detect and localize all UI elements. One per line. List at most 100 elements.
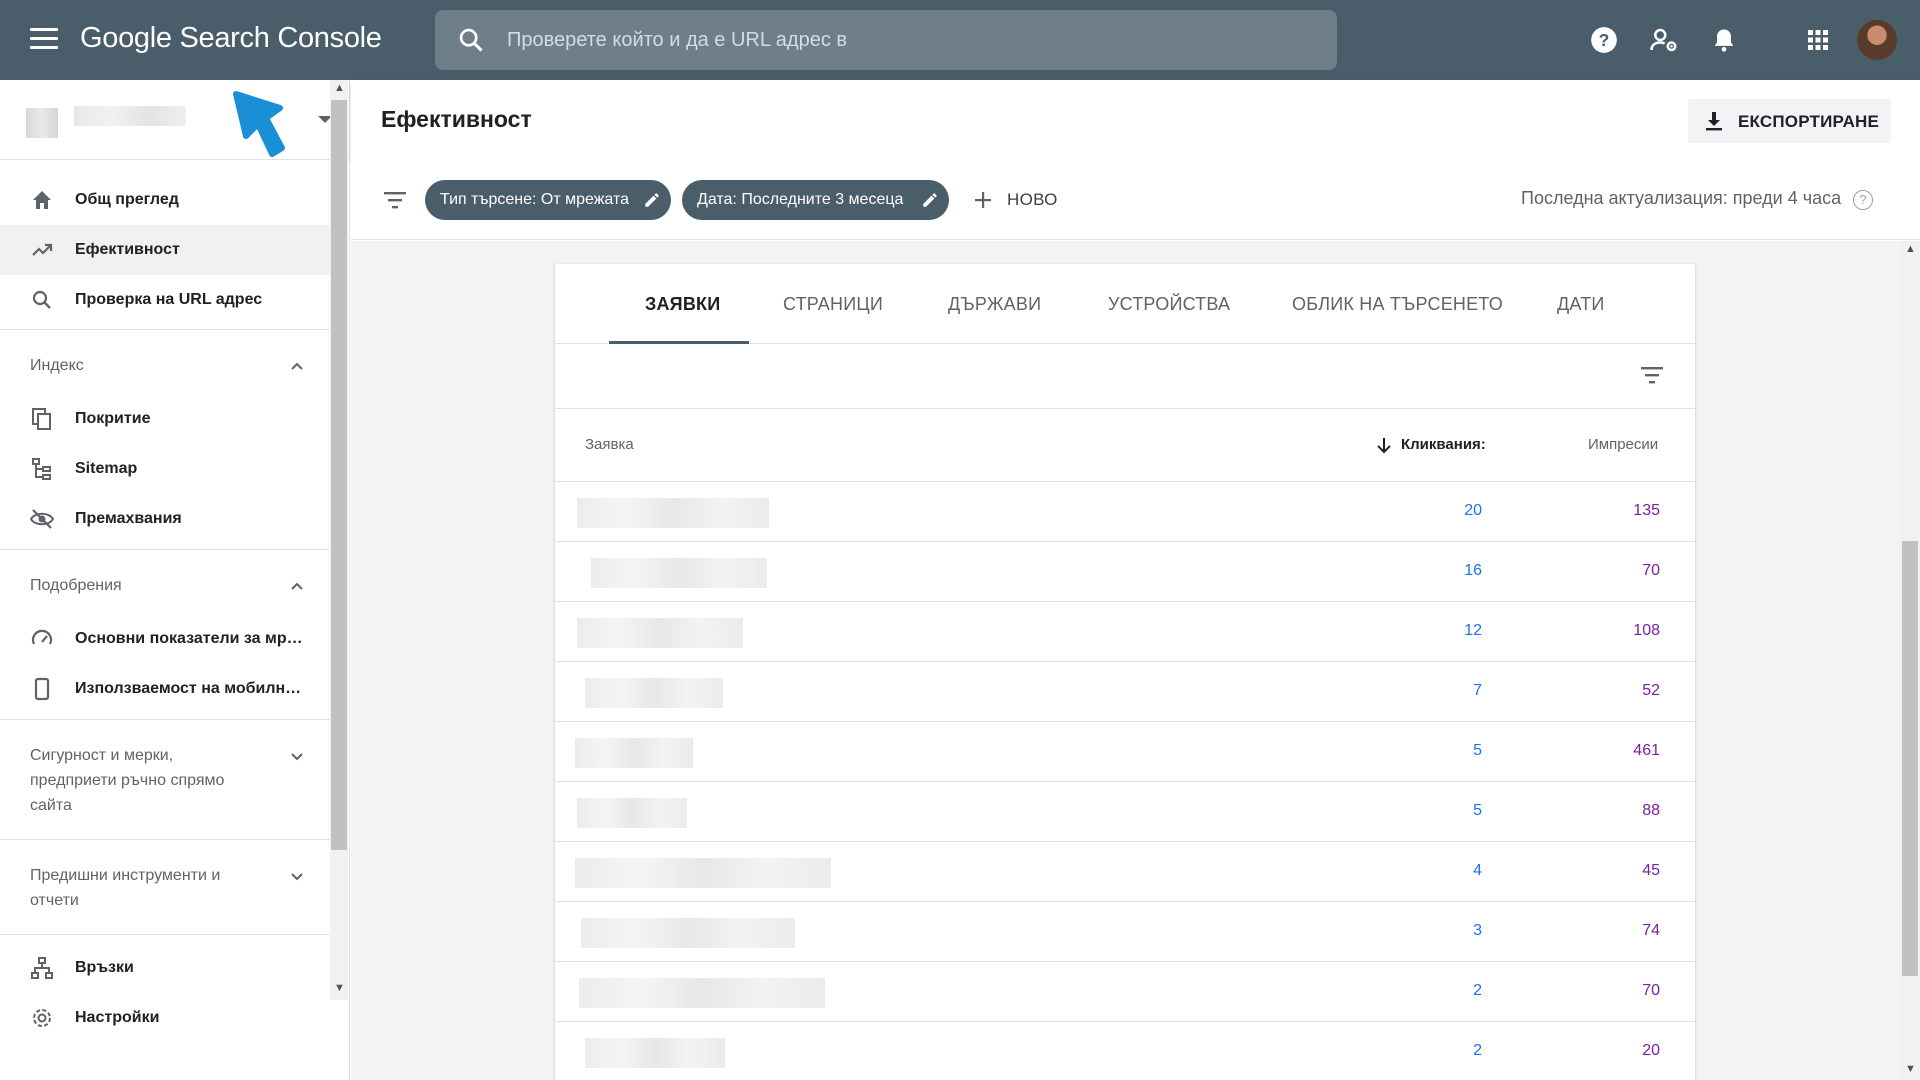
sidebar-item-settings[interactable]: Настройки — [0, 993, 330, 1043]
help-icon[interactable]: ? — [1586, 22, 1622, 58]
sort-desc-icon[interactable] — [1375, 436, 1393, 454]
scroll-down-icon[interactable]: ▼ — [334, 982, 345, 994]
column-header-clicks[interactable]: Кликвания: — [1401, 436, 1486, 453]
sidebar-item-overview[interactable]: Общ преглед — [0, 175, 330, 225]
help-icon[interactable]: ? — [1853, 190, 1873, 210]
date-filter-chip[interactable]: Дата: Последните 3 месеца — [682, 180, 949, 220]
tab-devices[interactable]: УСТРОЙСТВА — [1108, 294, 1230, 315]
impressions-value: 108 — [1633, 622, 1660, 639]
table-row[interactable]: 12 108 — [555, 601, 1695, 661]
divider — [0, 549, 330, 550]
clicks-value: 16 — [1464, 562, 1482, 579]
clicks-value: 12 — [1464, 622, 1482, 639]
edit-icon[interactable] — [921, 191, 939, 209]
tab-pages[interactable]: СТРАНИЦИ — [783, 294, 883, 315]
filter-icon[interactable] — [381, 188, 409, 212]
clicks-value: 5 — [1473, 802, 1482, 819]
table-row[interactable]: 5 461 — [555, 721, 1695, 781]
bell-icon[interactable] — [1706, 22, 1742, 58]
sidebar-item-url-inspection[interactable]: Проверка на URL адрес — [0, 275, 330, 325]
sidebar-item-core-web-vitals[interactable]: Основни показатели за мр… — [0, 614, 330, 664]
table-row[interactable]: 20 135 — [555, 481, 1695, 541]
search-input[interactable] — [507, 24, 1287, 56]
property-selector[interactable] — [0, 80, 349, 160]
section-enhancements-header[interactable]: Подобрения — [30, 573, 310, 598]
column-header-impressions[interactable]: Импресии — [1588, 436, 1658, 453]
sidebar-item-label: Основни показатели за мр… — [75, 630, 303, 647]
sidebar-item-coverage[interactable]: Покритие — [0, 394, 330, 444]
clicks-value: 2 — [1473, 1042, 1482, 1059]
chevron-up-icon[interactable] — [290, 359, 304, 373]
sidebar-item-label: Връзки — [75, 959, 134, 976]
section-legacy-header[interactable]: Предишни инструменти и отчети — [30, 863, 260, 913]
scroll-thumb[interactable] — [1902, 541, 1918, 976]
avatar[interactable] — [1857, 20, 1897, 60]
divider — [555, 408, 1695, 409]
edit-icon[interactable] — [643, 191, 661, 209]
table-row[interactable]: 5 88 — [555, 781, 1695, 841]
search-icon — [459, 28, 483, 52]
app-logo[interactable]: Google Search Console — [80, 22, 382, 55]
filter-icon[interactable] — [1639, 364, 1665, 386]
url-inspection-search[interactable] — [435, 10, 1337, 70]
clicks-value: 3 — [1473, 922, 1482, 939]
table-row[interactable]: 4 45 — [555, 841, 1695, 901]
column-header-query[interactable]: Заявка — [585, 436, 634, 453]
tab-countries[interactable]: ДЪРЖАВИ — [948, 294, 1041, 315]
last-update-text: Последна актуализация: преди 4 часа — [1521, 188, 1842, 208]
table-row[interactable]: 16 70 — [555, 541, 1695, 601]
divider — [0, 934, 330, 935]
query-text-blurred — [577, 498, 769, 528]
speed-icon — [28, 625, 56, 653]
impressions-value: 20 — [1642, 1042, 1660, 1059]
chevron-down-icon[interactable] — [290, 869, 304, 883]
main-scrollbar[interactable]: ▲ ▼ — [1900, 241, 1920, 1080]
sidebar-item-mobile-usability[interactable]: Използваемост на мобилн… — [0, 664, 330, 714]
add-filter-label: НОВО — [1007, 190, 1058, 209]
apps-grid-icon[interactable] — [1800, 22, 1836, 58]
export-button[interactable]: ЕКСПОРТИРАНЕ — [1688, 99, 1891, 143]
impressions-value: 52 — [1642, 682, 1660, 699]
impressions-value: 45 — [1642, 862, 1660, 879]
query-text-blurred — [575, 858, 831, 888]
settings-icon — [28, 1004, 56, 1032]
tab-queries[interactable]: ЗАЯВКИ — [645, 294, 720, 315]
divider — [0, 839, 330, 840]
query-text-blurred — [581, 918, 795, 948]
scroll-up-icon[interactable]: ▲ — [334, 82, 345, 94]
links-icon — [28, 954, 56, 982]
table-row[interactable]: 2 20 — [555, 1021, 1695, 1080]
section-index-header[interactable]: Индекс — [30, 353, 310, 378]
table-row[interactable]: 2 70 — [555, 961, 1695, 1021]
menu-icon[interactable] — [30, 28, 58, 50]
table-row[interactable]: 7 52 — [555, 661, 1695, 721]
impressions-value: 74 — [1642, 922, 1660, 939]
trending-up-icon — [28, 236, 56, 264]
sidebar-item-sitemap[interactable]: Sitemap — [0, 444, 330, 494]
sidebar-item-links[interactable]: Връзки — [0, 943, 330, 993]
chevron-down-icon[interactable] — [290, 749, 304, 763]
search-type-filter-chip[interactable]: Тип търсене: От мрежата — [425, 180, 671, 220]
chip-label: Тип търсене: От мрежата — [440, 191, 629, 208]
impressions-value: 70 — [1642, 982, 1660, 999]
section-security-header[interactable]: Сигурност и мерки, предприети ръчно спря… — [30, 743, 260, 818]
tab-search-appearance[interactable]: ОБЛИК НА ТЪРСЕНЕТО — [1292, 294, 1503, 315]
scroll-thumb[interactable] — [331, 100, 347, 850]
active-tab-indicator — [609, 341, 749, 344]
sidebar-item-label: Използваемост на мобилн… — [75, 680, 302, 697]
user-settings-icon[interactable] — [1646, 22, 1682, 58]
sidebar-item-performance[interactable]: Ефективност — [0, 225, 330, 275]
clicks-value: 20 — [1464, 502, 1482, 519]
chevron-up-icon[interactable] — [290, 579, 304, 593]
impressions-value: 461 — [1633, 742, 1660, 759]
clicks-value: 4 — [1473, 862, 1482, 879]
clicks-value: 5 — [1473, 742, 1482, 759]
sidebar-scrollbar[interactable]: ▲ ▼ — [330, 80, 348, 1000]
scroll-up-icon[interactable]: ▲ — [1905, 243, 1916, 255]
chip-label: Дата: Последните 3 месеца — [697, 191, 904, 208]
scroll-down-icon[interactable]: ▼ — [1905, 1063, 1916, 1075]
sidebar-item-removals[interactable]: Премахвания — [0, 494, 330, 544]
tab-dates[interactable]: ДАТИ — [1557, 294, 1605, 315]
table-row[interactable]: 3 74 — [555, 901, 1695, 961]
filter-bar: Тип търсене: От мрежата Дата: Последните… — [351, 160, 1920, 240]
